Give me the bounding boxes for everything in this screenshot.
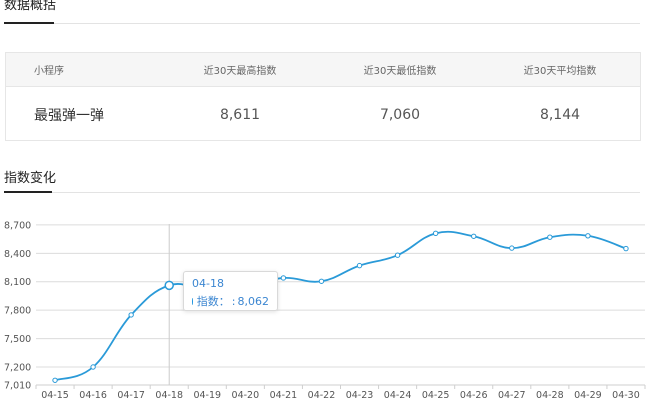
overview-table: 小程序 近30天最高指数 近30天最低指数 近30天平均指数 最强弹一弹 8,6…	[5, 52, 641, 141]
x-tick-label: 04-25	[422, 390, 450, 401]
overview-title-rule	[4, 23, 640, 24]
x-tick-label: 04-29	[574, 390, 602, 401]
data-point	[623, 245, 629, 252]
x-tick-label: 04-24	[384, 390, 412, 401]
x-tick-label: 04-20	[232, 390, 260, 401]
overview-title: 数据概括	[4, 0, 57, 13]
data-point	[509, 245, 515, 251]
y-tick-label: 7,010	[4, 381, 31, 392]
header-mini-program: 小程序	[34, 66, 64, 77]
x-tick-label: 04-30	[612, 390, 640, 401]
data-point	[432, 230, 439, 237]
header-max-index: 近30天最高指数	[203, 66, 277, 77]
data-point	[547, 234, 553, 240]
x-tick-label: 04-19	[193, 390, 221, 401]
x-tick-label: 04-22	[308, 390, 336, 401]
x-tick-label: 04-17	[117, 390, 145, 401]
data-point	[394, 252, 401, 258]
y-tick-label: 7,500	[4, 334, 31, 345]
trend-title-rule	[4, 192, 640, 193]
chart-tooltip: 04-18 指数： : 8,062	[183, 271, 278, 311]
y-tick-label: 8,100	[4, 277, 31, 288]
series-line-index	[54, 230, 627, 382]
data-point	[356, 262, 363, 269]
tooltip-label: 指数：	[196, 295, 230, 308]
cell-min-index: 7,060	[379, 106, 421, 123]
y-tick-label: 7,800	[4, 306, 31, 317]
cell-mini-program-name[interactable]: 最强弹一弹	[6, 87, 160, 142]
x-tick-label: 04-21	[270, 390, 298, 401]
y-tick-label: 8,400	[4, 249, 31, 260]
y-tick-label: 7,200	[4, 363, 31, 374]
data-point	[164, 280, 174, 291]
x-tick-label: 04-18	[155, 390, 183, 401]
x-tick-label: 04-26	[460, 390, 488, 401]
header-avg-index: 近30天平均指数	[523, 66, 597, 77]
tooltip-value: 8,062	[237, 294, 270, 308]
data-point	[90, 364, 96, 370]
data-point	[471, 233, 477, 239]
overview-table-row: 最强弹一弹 8,611 7,060 8,144	[6, 87, 640, 142]
header-min-index: 近30天最低指数	[363, 66, 437, 77]
trend-title-accent	[4, 191, 52, 193]
data-point	[280, 275, 287, 281]
data-point	[318, 278, 325, 284]
y-tick-label: 8,700	[4, 220, 31, 231]
x-tick-label: 04-28	[536, 390, 564, 401]
overview-table-header: 小程序 近30天最高指数 近30天最低指数 近30天平均指数	[6, 53, 640, 87]
cell-avg-index: 8,144	[539, 106, 581, 123]
tooltip-date: 04-18	[192, 277, 224, 290]
cell-max-index: 8,611	[219, 106, 261, 123]
overview-title-accent	[4, 22, 54, 24]
x-tick-label: 04-27	[498, 390, 526, 401]
index-line-chart[interactable]: 7,010 7,200 7,500 7,800 8,100 8,400 8,700 04-15…	[0, 205, 650, 404]
x-tick-label: 04-16	[79, 390, 107, 401]
data-point	[128, 312, 134, 318]
x-tick-label: 04-23	[346, 390, 374, 401]
data-point	[52, 377, 58, 383]
trend-title: 指数变化	[4, 171, 57, 186]
x-tick-label: 04-15	[41, 390, 69, 401]
data-point	[585, 233, 591, 239]
tooltip-series-dot	[192, 297, 193, 305]
